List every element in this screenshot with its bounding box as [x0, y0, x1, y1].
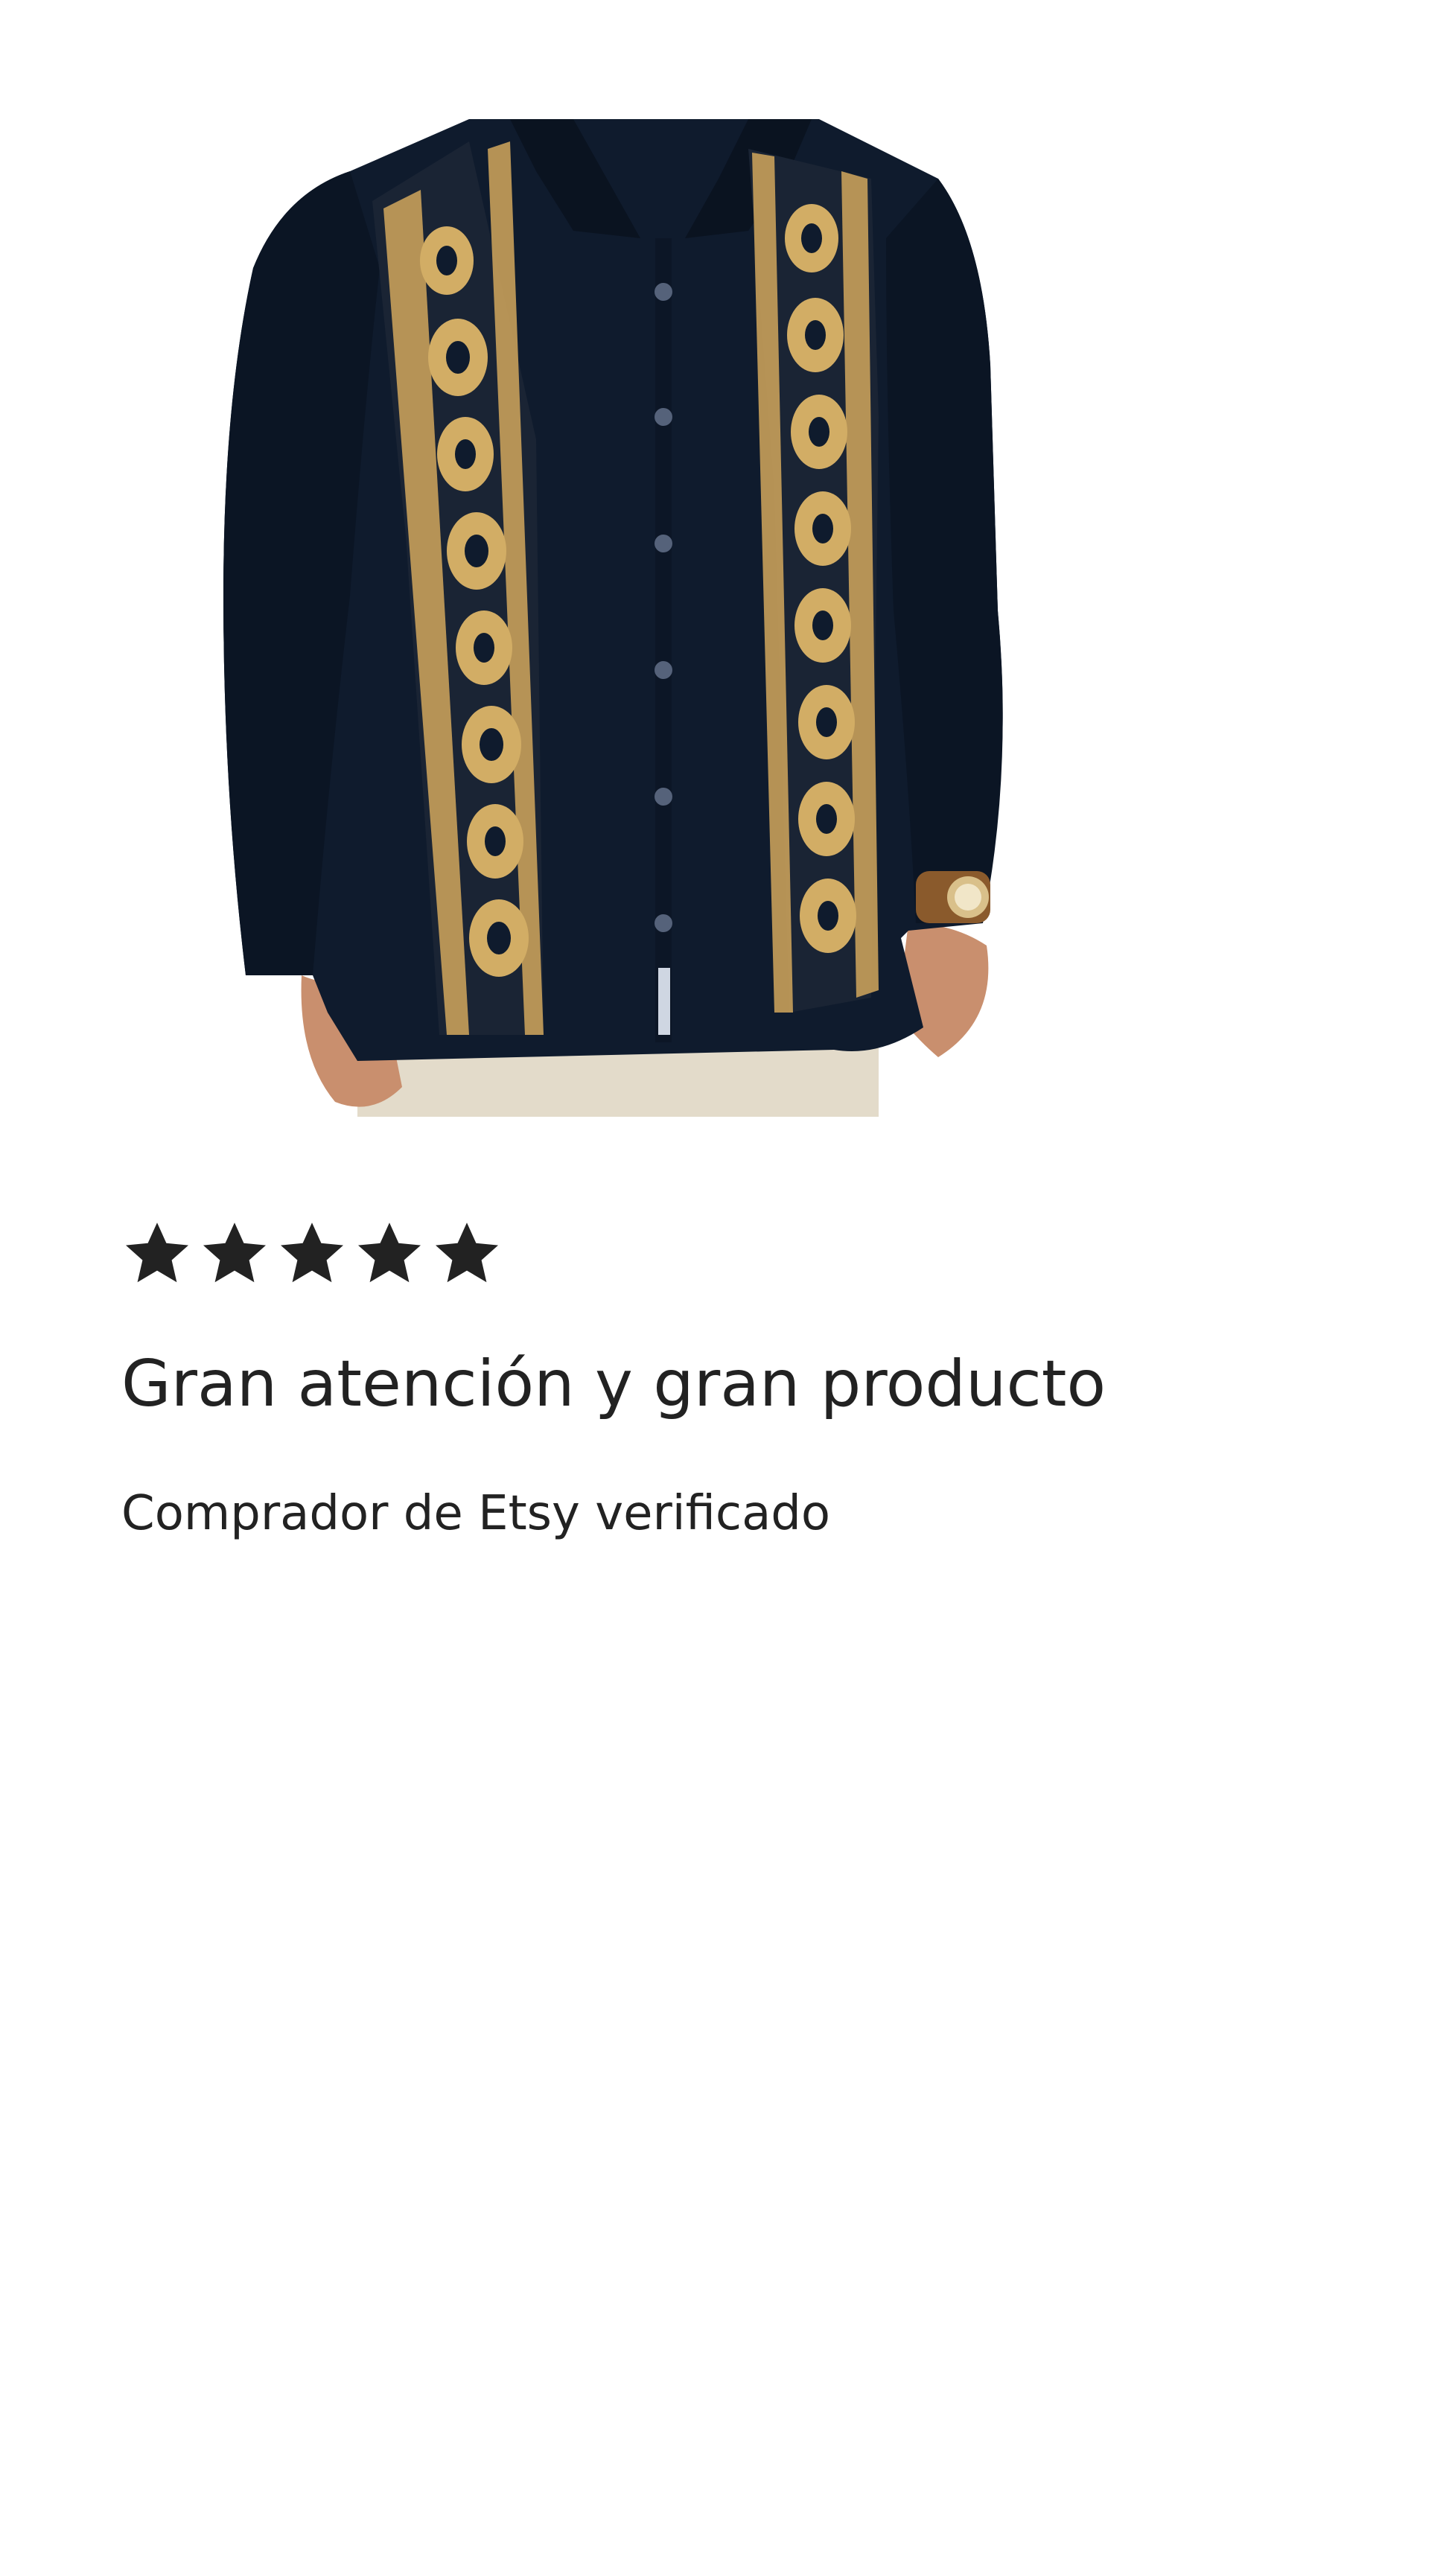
star-icon — [203, 1222, 266, 1283]
review-title: Gran atención y gran producto — [121, 1347, 1106, 1421]
reviewer-label: Comprador de Etsy verificado — [121, 1486, 831, 1541]
product-image — [223, 119, 1003, 1117]
star-icon — [358, 1222, 421, 1283]
star-rating — [121, 1217, 503, 1289]
star-icon — [126, 1222, 188, 1283]
star-icon — [436, 1222, 498, 1283]
star-icon — [281, 1222, 343, 1283]
